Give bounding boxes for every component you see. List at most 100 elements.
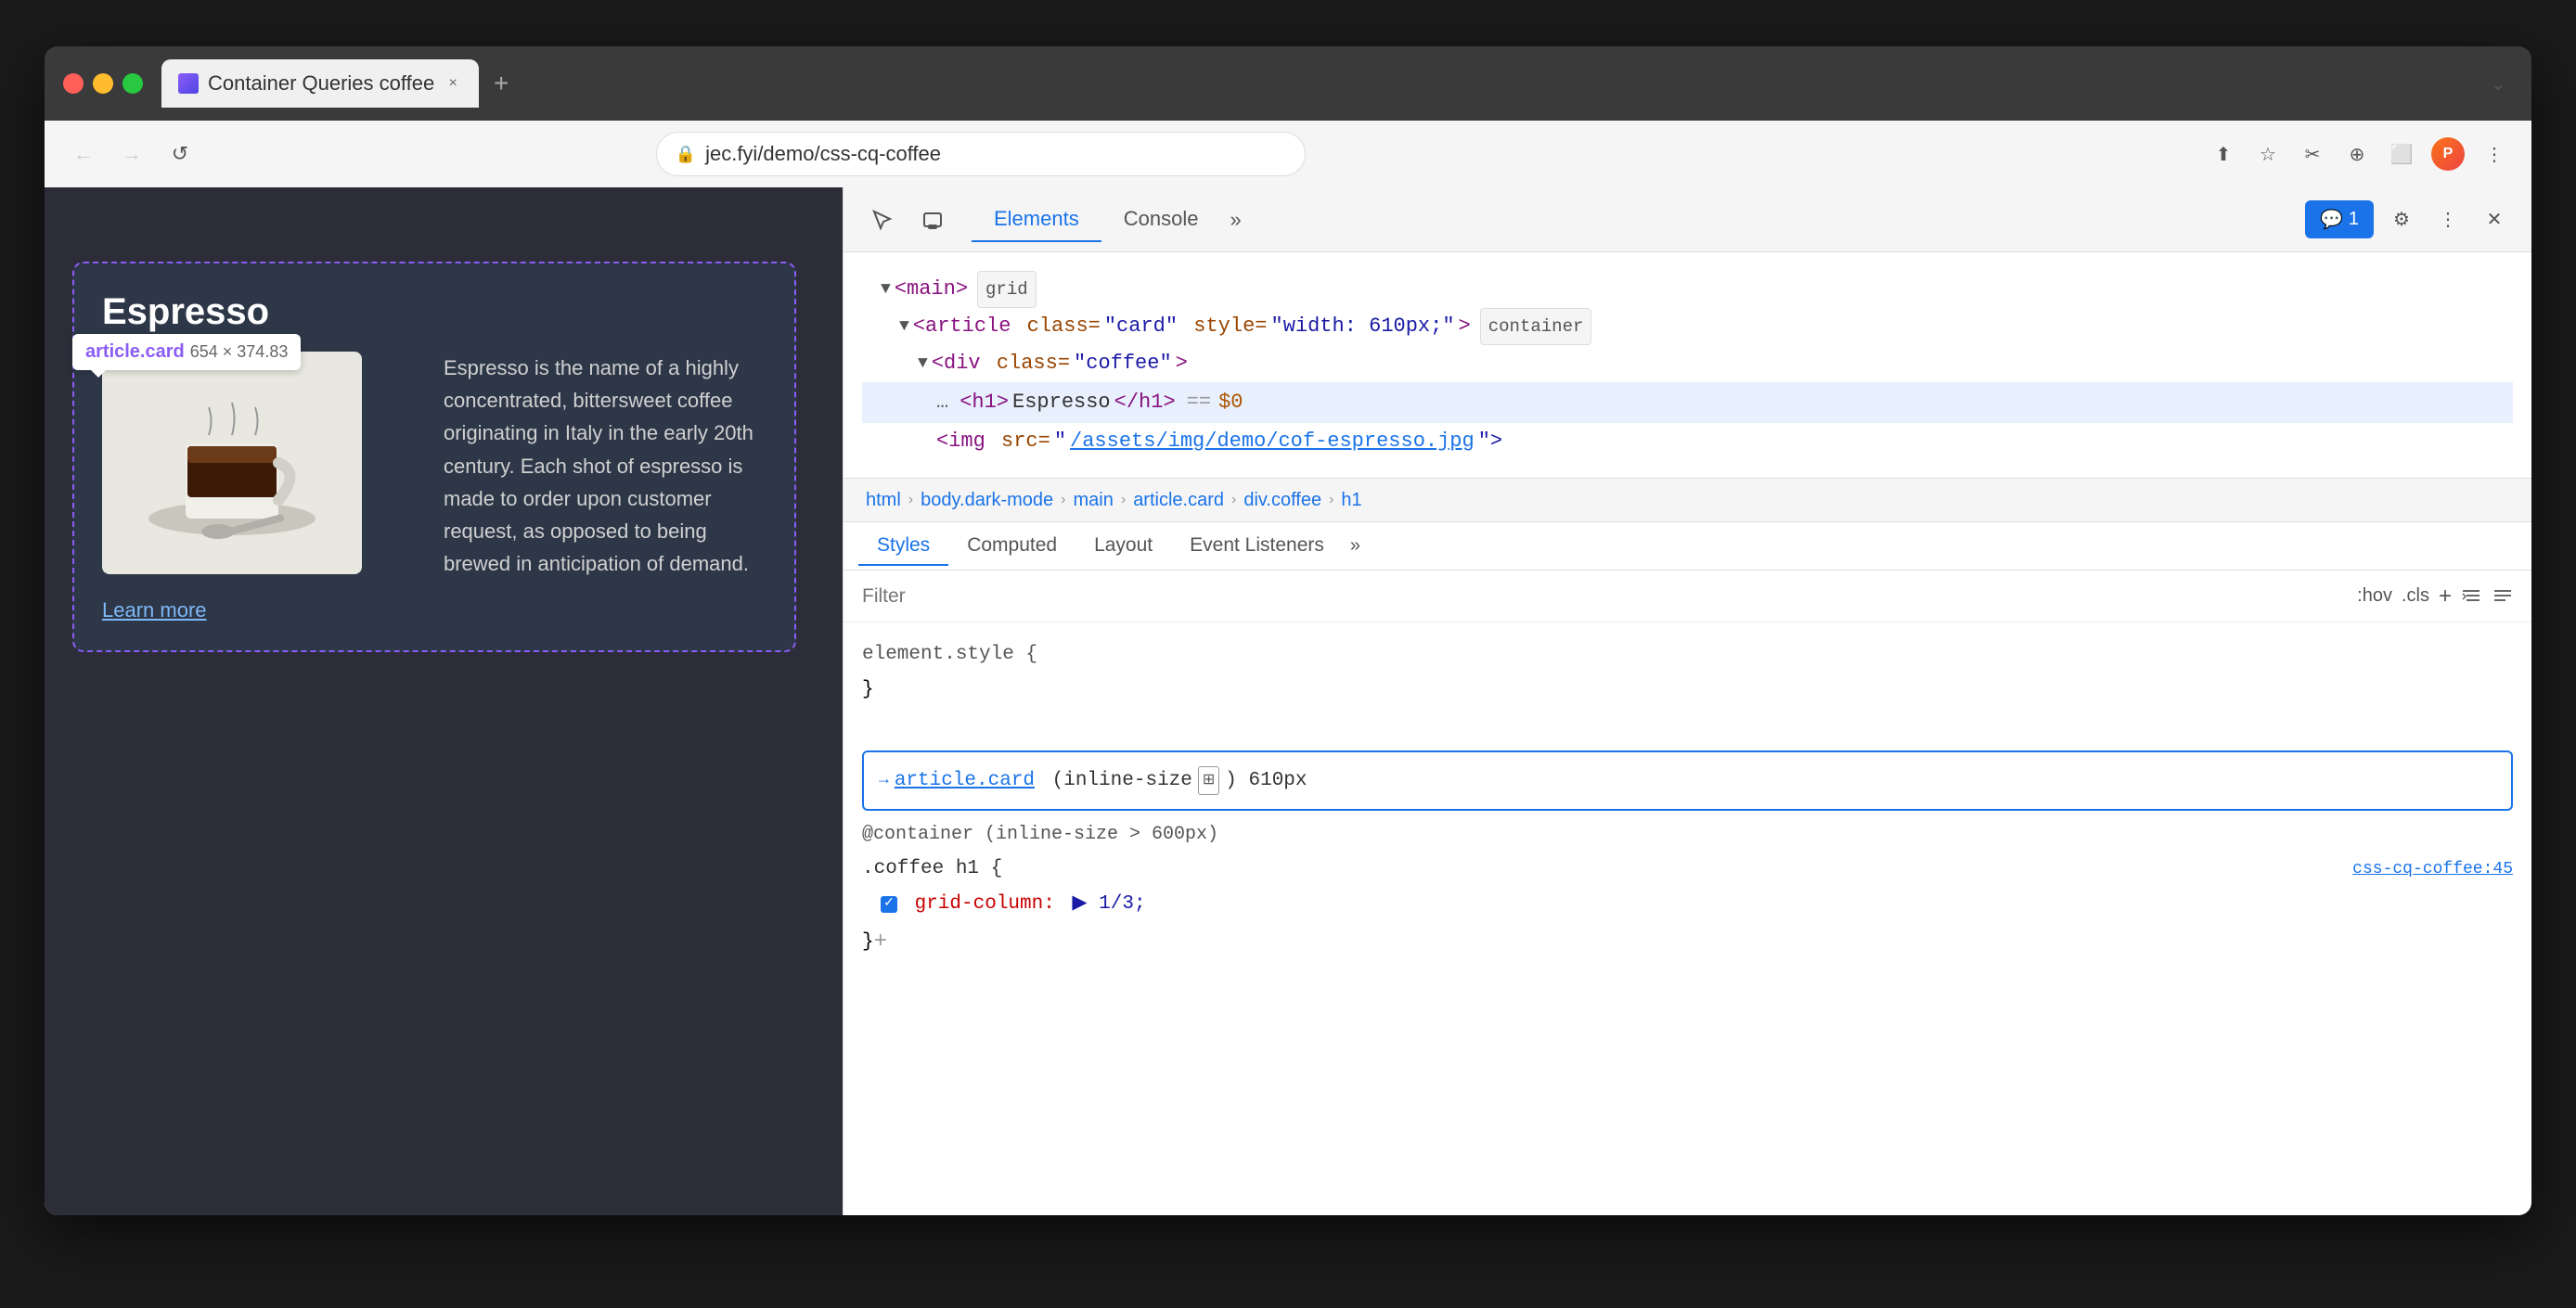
window-icon[interactable]: ⬜ — [2387, 139, 2416, 169]
dom-img-src-quote-open: " — [1054, 423, 1066, 460]
profile-avatar[interactable]: P — [2431, 137, 2465, 171]
tab-close-button[interactable]: × — [444, 74, 462, 93]
cq-icon: ⊞ — [1198, 766, 1219, 795]
breadcrumb-html[interactable]: html — [858, 486, 908, 515]
element-style-rule: element.style { } — [862, 637, 2513, 708]
breadcrumb-h1[interactable]: h1 — [1333, 486, 1369, 515]
add-rule-button[interactable]: + — [874, 922, 887, 962]
article-card: Espresso — [72, 262, 796, 652]
espresso-illustration — [130, 370, 334, 556]
device-toggle-button[interactable] — [912, 199, 953, 240]
prop-value-grid-column: ▶ 1/3; — [1061, 887, 1146, 922]
notification-count: 1 — [2349, 209, 2359, 230]
dom-tag-div-close: > — [1176, 345, 1188, 382]
tab-console[interactable]: Console — [1101, 198, 1221, 242]
property-checkbox[interactable]: ✓ — [881, 896, 897, 913]
at-container-line: @container (inline-size > 600px) — [862, 818, 2513, 852]
rule-close-line: } + — [862, 922, 2513, 962]
inspect-element-button[interactable] — [862, 199, 903, 240]
address-bar: ← → ↺ 🔒 jec.fyi/demo/css-cq-coffee ⬆ ☆ ✂… — [45, 121, 2531, 187]
cq-value: ) 610px — [1225, 763, 1307, 799]
dom-tag-div: <div — [932, 345, 981, 382]
card-title: Espresso — [102, 291, 766, 333]
active-tab[interactable]: Container Queries coffee × — [161, 59, 479, 108]
breadcrumb-body[interactable]: body.dark-mode — [913, 486, 1061, 515]
filter-add-button[interactable]: + — [2439, 583, 2452, 609]
dom-dots: … — [936, 384, 948, 421]
rule-source[interactable]: css-cq-coffee:45 — [2352, 854, 2513, 884]
window-more-icon[interactable]: ⌄ — [2483, 69, 2513, 98]
filter-icons — [2461, 586, 2513, 607]
notification-icon: 💬 — [2320, 208, 2343, 231]
styles-tab-computed[interactable]: Computed — [948, 527, 1075, 566]
tooltip-size: 654 × 374.83 — [190, 342, 289, 362]
breadcrumb-div[interactable]: div.coffee — [1236, 486, 1329, 515]
traffic-light-fullscreen[interactable] — [122, 73, 143, 94]
align-icon — [2492, 586, 2513, 607]
dom-tree: ▼ <main> grid ▼ <article class= "card" s… — [844, 252, 2531, 478]
menu-icon[interactable]: ⋮ — [2479, 139, 2509, 169]
styles-tab-layout[interactable]: Layout — [1075, 527, 1171, 566]
prop-name-grid-column: grid-column: — [903, 887, 1055, 922]
card-tooltip: article.card 654 × 374.83 — [72, 334, 301, 370]
tab-elements[interactable]: Elements — [972, 198, 1101, 242]
property-line-grid-column: ✓ grid-column: ▶ 1/3; — [862, 887, 2513, 922]
learn-more-link[interactable]: Learn more — [102, 598, 766, 622]
tab-favicon — [178, 73, 199, 94]
new-tab-button[interactable]: + — [483, 65, 520, 102]
element-style-close: } — [862, 679, 874, 700]
styles-more-button[interactable]: » — [1343, 528, 1368, 564]
dom-h1-text: Espresso — [1012, 384, 1111, 421]
filter-input[interactable] — [862, 585, 2348, 608]
coffee-h1-rule: .coffee h1 { css-cq-coffee:45 — [862, 852, 2513, 887]
extensions-icon[interactable]: ⊕ — [2342, 139, 2372, 169]
filter-bar: :hov .cls + — [844, 571, 2531, 622]
styles-tabs: Styles Computed Layout Event Listeners » — [844, 522, 2531, 571]
traffic-light-minimize[interactable] — [93, 73, 113, 94]
dom-div-class-val: "coffee" — [1074, 345, 1172, 382]
dom-arrow: ▼ — [881, 275, 891, 304]
share-icon[interactable]: ⬆ — [2209, 139, 2238, 169]
styles-tab-event-listeners[interactable]: Event Listeners — [1171, 527, 1343, 566]
element-style-selector: element.style { — [862, 644, 1037, 665]
traffic-light-close[interactable] — [63, 73, 84, 94]
more-options-button[interactable]: ⋮ — [2429, 201, 2467, 238]
dom-tag-article-close: > — [1459, 308, 1471, 345]
breadcrumb-main[interactable]: main — [1066, 486, 1121, 515]
url-bar[interactable]: 🔒 jec.fyi/demo/css-cq-coffee — [656, 132, 1306, 176]
dom-line-div[interactable]: ▼ <div class= "coffee" > — [862, 345, 2513, 382]
dom-badge-grid: grid — [977, 271, 1037, 308]
notification-button[interactable]: 💬 1 — [2305, 200, 2374, 238]
back-button[interactable]: ← — [67, 137, 100, 171]
cq-arrow-icon: → — [879, 765, 889, 795]
dom-arrow-article: ▼ — [899, 312, 909, 341]
dom-attr-class: class= — [1014, 308, 1100, 345]
filter-pseudo-button[interactable]: :hov — [2357, 585, 2392, 607]
breadcrumb-article[interactable]: article.card — [1126, 486, 1231, 515]
dom-img-src-link[interactable]: /assets/img/demo/cof-espresso.jpg — [1070, 423, 1475, 460]
dom-line-img[interactable]: <img src= " /assets/img/demo/cof-espress… — [862, 423, 2513, 460]
reload-button[interactable]: ↺ — [163, 137, 197, 171]
cq-selector[interactable]: article.card — [895, 763, 1035, 799]
filter-cls-button[interactable]: .cls — [2402, 585, 2429, 607]
dom-line-article[interactable]: ▼ <article class= "card" style= "width: … — [862, 308, 2513, 345]
at-container-text: @container (inline-size > 600px) — [862, 818, 1218, 852]
at-container-rule: @container (inline-size > 600px) .coffee… — [862, 818, 2513, 962]
bookmark-icon[interactable]: ☆ — [2253, 139, 2283, 169]
close-devtools-button[interactable]: ✕ — [2476, 201, 2513, 238]
dom-badge-container: container — [1480, 308, 1592, 345]
browser-window: Container Queries coffee × + ⌄ ← → ↺ 🔒 j… — [45, 46, 2531, 1215]
url-text: jec.fyi/demo/css-cq-coffee — [705, 142, 941, 166]
dom-tag-h1-close: </h1> — [1114, 384, 1176, 421]
dom-img-src-attr: src= — [989, 423, 1050, 460]
dom-line-h1[interactable]: … <h1> Espresso </h1> == $0 — [862, 382, 2513, 423]
dom-tag-article: <article — [913, 308, 1011, 345]
devtools-panel: Elements Console » 💬 1 ⚙ ⋮ ✕ ▼ — [843, 187, 2531, 1215]
settings-button[interactable]: ⚙ — [2383, 201, 2420, 238]
devtools-more-tabs[interactable]: » — [1220, 199, 1250, 241]
cut-icon[interactable]: ✂ — [2298, 139, 2327, 169]
styles-tab-styles[interactable]: Styles — [858, 527, 948, 566]
dom-line-main[interactable]: ▼ <main> grid — [862, 271, 2513, 308]
forward-button[interactable]: → — [115, 137, 148, 171]
container-query-line: → article.card (inline-size ⊞ ) 610px — [879, 763, 2496, 799]
